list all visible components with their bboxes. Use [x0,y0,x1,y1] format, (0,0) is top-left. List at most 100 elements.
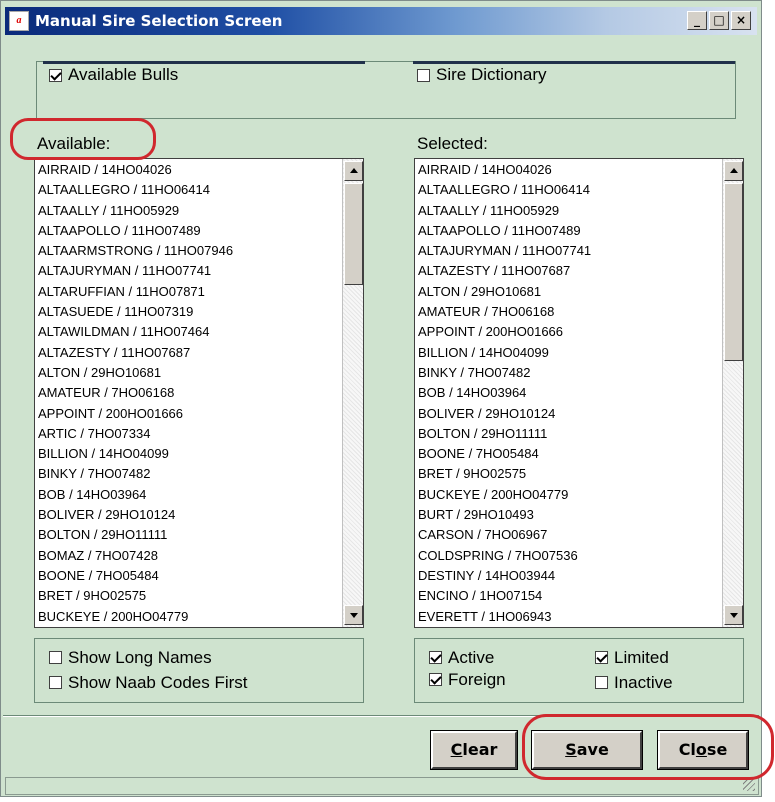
available-list-item[interactable]: APPOINT / 200HO01666 [38,404,341,424]
available-list-item[interactable]: BOMAZ / 7HO07428 [38,546,341,566]
selected-list-item[interactable]: BILLION / 14HO04099 [418,343,721,363]
show-naab-codes-first-label: Show Naab Codes First [68,672,248,692]
available-list-item[interactable]: AMATEUR / 7HO06168 [38,383,341,403]
available-list-item[interactable]: ALTAAPOLLO / 11HO07489 [38,221,341,241]
selected-list-item[interactable]: AIRRAID / 14HO04026 [418,160,721,180]
clear-mnemonic: C [450,740,463,759]
show-long-names-option[interactable]: Show Long Names [49,647,212,668]
available-list-item[interactable]: BUCKEYE / 200HO04779 [38,607,341,627]
inactive-filter-option[interactable]: Inactive [595,672,673,693]
available-bulls-option[interactable]: Available Bulls [49,65,178,85]
inactive-label: Inactive [614,672,673,692]
selected-items: AIRRAID / 14HO04026 ALTAALLEGRO / 11HO064… [418,160,721,627]
available-list-item[interactable]: BOLIVER / 29HO10124 [38,505,341,525]
show-naab-codes-first-option[interactable]: Show Naab Codes First [49,672,248,693]
available-list-item[interactable]: BRET / 9HO02575 [38,586,341,606]
source-divider-right [413,61,735,64]
selected-list-item[interactable]: ALTAALLEGRO / 11HO06414 [418,180,721,200]
selected-list-item[interactable]: ENCINO / 1HO07154 [418,586,721,606]
show-long-names-checkbox[interactable] [49,651,62,665]
show-naab-codes-first-checkbox[interactable] [49,676,62,690]
available-list-item[interactable]: ALTAWILDMAN / 11HO07464 [38,322,341,342]
sire-dictionary-option[interactable]: Sire Dictionary [417,65,547,85]
available-list-item[interactable]: BOLTON / 29HO11111 [38,525,341,545]
available-list-item[interactable]: ALTAARMSTRONG / 11HO07946 [38,241,341,261]
foreign-filter-option[interactable]: Foreign [429,669,506,690]
clear-button[interactable]: Clear [430,730,518,770]
selected-list-item[interactable]: BURT / 29HO10493 [418,505,721,525]
minimize-button[interactable]: _ [687,11,707,30]
available-bulls-label: Available Bulls [68,65,179,84]
selected-listbox[interactable]: AIRRAID / 14HO04026 ALTAALLEGRO / 11HO064… [414,158,744,628]
selected-heading: Selected: [417,134,488,153]
selected-scroll-up-button[interactable] [724,161,743,181]
selected-scroll-thumb[interactable] [724,183,743,361]
available-list-item[interactable]: ARTIC / 7HO07334 [38,424,341,444]
sire-dictionary-label: Sire Dictionary [436,65,547,84]
available-list-item[interactable]: BOB / 14HO03964 [38,485,341,505]
limited-label: Limited [614,647,669,667]
source-divider-left [43,61,365,64]
window-title: Manual Sire Selection Screen [35,12,283,30]
selected-list-item[interactable]: EVERETT / 1HO06943 [418,607,721,627]
app-logo-icon: a [9,11,29,31]
limited-filter-option[interactable]: Limited [595,647,669,668]
available-list-item[interactable]: BINKY / 7HO07482 [38,464,341,484]
save-close-highlight [522,714,774,780]
selected-list-item[interactable]: AMATEUR / 7HO06168 [418,302,721,322]
selected-scrollbar[interactable] [722,159,743,627]
available-scroll-down-button[interactable] [344,605,363,625]
available-list-item[interactable]: ALTAALLY / 11HO05929 [38,201,341,221]
selected-list-item[interactable]: ALTAAPOLLO / 11HO07489 [418,221,721,241]
selected-list-item[interactable]: CARSON / 7HO06967 [418,525,721,545]
selected-list-item[interactable]: BOB / 14HO03964 [418,383,721,403]
selected-scroll-down-button[interactable] [724,605,743,625]
selected-list-item[interactable]: BOLIVER / 29HO10124 [418,404,721,424]
selected-list-item[interactable]: BOONE / 7HO05484 [418,444,721,464]
available-scroll-up-button[interactable] [344,161,363,181]
maximize-button[interactable]: □ [709,11,729,30]
active-filter-option[interactable]: Active [429,647,494,668]
available-list-item[interactable]: ALTARUFFIAN / 11HO07871 [38,282,341,302]
sire-dictionary-checkbox[interactable] [417,68,430,82]
title-bar[interactable]: a Manual Sire Selection Screen _ □ × [5,7,757,35]
selected-list-item[interactable]: BINKY / 7HO07482 [418,363,721,383]
selected-list-item[interactable]: ALTON / 29HO10681 [418,282,721,302]
selected-list-item[interactable]: COLDSPRING / 7HO07536 [418,546,721,566]
available-list-item[interactable]: ALTASUEDE / 11HO07319 [38,302,341,322]
selected-list-item[interactable]: DESTINY / 14HO03944 [418,566,721,586]
selected-list-item[interactable]: BUCKEYE / 200HO04779 [418,485,721,505]
available-list-item[interactable]: AIRRAID / 14HO04026 [38,160,341,180]
available-heading-highlight [10,118,156,160]
available-listbox[interactable]: AIRRAID / 14HO04026 ALTAALLEGRO / 11HO064… [34,158,364,628]
selected-list-item[interactable]: BOLTON / 29HO11111 [418,424,721,444]
close-window-button[interactable]: × [731,11,751,30]
available-list-item[interactable]: BILLION / 14HO04099 [38,444,341,464]
selected-list-item[interactable]: ALTAALLY / 11HO05929 [418,201,721,221]
limited-checkbox[interactable] [595,651,608,665]
arrow-up-icon [350,168,358,173]
available-scrollbar[interactable] [342,159,363,627]
inactive-checkbox[interactable] [595,676,608,690]
arrow-down-icon [730,613,738,618]
available-list-item[interactable]: BOONE / 7HO05484 [38,566,341,586]
arrow-up-icon [730,168,738,173]
available-bulls-checkbox[interactable] [49,68,62,82]
available-list-item[interactable]: ALTAJURYMAN / 11HO07741 [38,261,341,281]
available-items: AIRRAID / 14HO04026 ALTAALLEGRO / 11HO064… [38,160,341,627]
selected-list-item[interactable]: ALTAZESTY / 11HO07687 [418,261,721,281]
clear-label: lear [462,740,498,759]
available-list-item[interactable]: ALTON / 29HO10681 [38,363,341,383]
selected-list-item[interactable]: APPOINT / 200HO01666 [418,322,721,342]
available-scroll-thumb[interactable] [344,183,363,285]
active-checkbox[interactable] [429,651,442,665]
arrow-down-icon [350,613,358,618]
selected-list-item[interactable]: ALTAJURYMAN / 11HO07741 [418,241,721,261]
selected-list-item[interactable]: BRET / 9HO02575 [418,464,721,484]
show-long-names-label: Show Long Names [68,647,212,667]
available-list-item[interactable]: ALTAALLEGRO / 11HO06414 [38,180,341,200]
foreign-checkbox[interactable] [429,673,442,687]
available-list-item[interactable]: ALTAZESTY / 11HO07687 [38,343,341,363]
resize-grip-icon[interactable] [743,779,755,791]
active-label: Active [448,647,495,667]
